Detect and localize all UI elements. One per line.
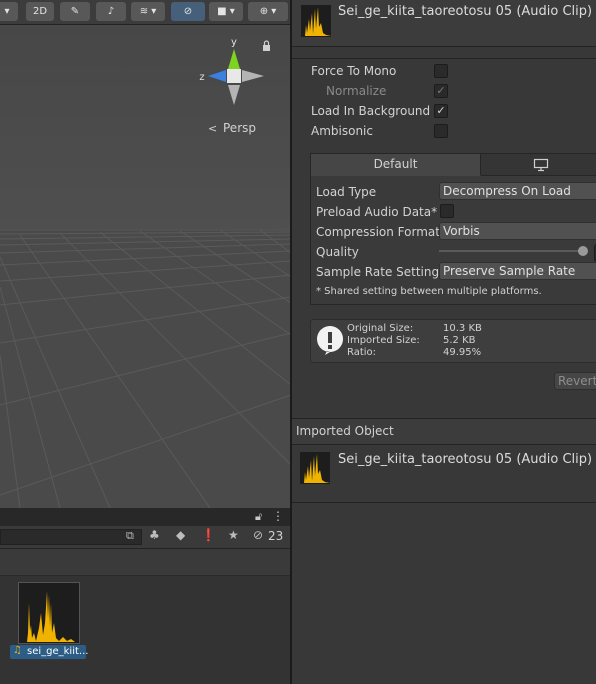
audio-toggle-button[interactable]: ♪: [96, 2, 126, 21]
original-size-value: 10.3 KB: [443, 323, 482, 334]
quality-slider-track[interactable]: [439, 250, 583, 252]
project-panel: 🔓︎ ⋮ ⧉ ♣ ◆ ❗ ★ ⊘ 23 ♫ sei_ge_kiit...: [0, 508, 291, 684]
project-tab-header: 🔓︎ ⋮: [0, 508, 291, 526]
scene-viewport[interactable]: y z < Persp: [0, 25, 291, 508]
hidden-packages-icon[interactable]: ⊘: [253, 528, 263, 542]
tab-default-label: Default: [373, 157, 418, 171]
ratio-label: Ratio:: [347, 347, 377, 358]
scene-view[interactable]: ▾ 2D ✎ ♪ ≋ ▾ ⊘ ■ ▾ ⊕ ▾ y z < Persp: [0, 0, 291, 508]
compression-format-dropdown[interactable]: Vorbis: [439, 222, 596, 240]
load-in-background-checkbox[interactable]: ✓: [434, 104, 448, 118]
inspector-header: Sei_ge_kiita_taoreotosu 05 (Audio Clip) …: [292, 0, 596, 47]
normalize-label: Normalize: [326, 84, 387, 98]
tab-standalone[interactable]: [481, 154, 596, 176]
inspector-panel: Sei_ge_kiita_taoreotosu 05 (Audio Clip) …: [292, 0, 596, 684]
load-type-label: Load Type: [316, 185, 377, 199]
ratio-value: 49.95%: [443, 347, 482, 358]
tab-default[interactable]: Default: [311, 154, 481, 176]
camera-icon: ■ ▾: [217, 6, 235, 17]
asset-thumbnail[interactable]: [18, 582, 80, 644]
effects-dropdown[interactable]: ≋ ▾: [131, 2, 165, 21]
ambisonic-label: Ambisonic: [311, 124, 373, 138]
hidden-packages-count: 23: [268, 529, 284, 543]
search-input[interactable]: [0, 529, 142, 545]
tag-icon[interactable]: ◆: [176, 528, 185, 542]
persp-label[interactable]: Persp: [223, 121, 256, 135]
scene-visibility-button[interactable]: ⊘: [171, 2, 205, 21]
inspector-asset-icon: [301, 5, 331, 37]
waveform-icon: [19, 591, 79, 642]
search-by-type-icon[interactable]: ⧉: [126, 529, 134, 543]
sample-rate-setting-dropdown[interactable]: Preserve Sample Rate: [439, 262, 596, 280]
gizmo-z-label: z: [199, 72, 204, 83]
imported-object-header: Imported Object: [296, 424, 394, 438]
imported-object-bottom-separator: [292, 502, 596, 503]
lighting-toggle-button[interactable]: ✎: [60, 2, 90, 21]
imported-object-header-bar: Imported Object: [292, 419, 596, 444]
project-breadcrumb-bar: [0, 549, 291, 576]
lightbulb-icon: ✎: [70, 6, 80, 17]
camera-dropdown[interactable]: ■ ▾: [209, 2, 243, 21]
layers-icon: ≋ ▾: [139, 6, 157, 17]
gizmo-y-label: y: [231, 37, 237, 48]
preload-audio-data-label: Preload Audio Data*: [316, 205, 438, 219]
preload-audio-data-checkbox[interactable]: [440, 204, 454, 218]
imported-size-label: Imported Size:: [347, 335, 420, 346]
more-options-icon[interactable]: ⋮: [272, 509, 284, 523]
imported-object-title: Sei_ge_kiita_taoreotosu 05 (Audio Clip): [338, 452, 593, 467]
persp-chevron-icon[interactable]: <: [208, 122, 217, 135]
quality-label: Quality: [316, 245, 359, 259]
search-by-label-icon[interactable]: ♣: [149, 528, 160, 542]
imported-object-icon: [300, 452, 330, 484]
monitor-icon: [533, 158, 549, 171]
scene-toolbar: ▾ 2D ✎ ♪ ≋ ▾ ⊘ ■ ▾ ⊕ ▾: [0, 0, 291, 25]
waveform-icon: [301, 7, 331, 36]
info-exclamation-icon: [317, 326, 344, 355]
gizmo-center-cube[interactable]: [227, 69, 241, 83]
gizmos-dropdown[interactable]: ⊕ ▾: [248, 2, 288, 21]
asset-label-highlight[interactable]: ♫ sei_ge_kiit...: [10, 645, 89, 659]
header-separator: [292, 58, 596, 59]
2d-toggle-button[interactable]: 2D: [26, 2, 54, 21]
force-to-mono-label: Force To Mono: [311, 64, 397, 78]
load-in-background-label: Load In Background: [311, 104, 431, 118]
shared-setting-note: * Shared setting between multiple platfo…: [316, 286, 542, 297]
revert-button[interactable]: Revert: [554, 372, 596, 390]
asset-label: sei_ge_kiit...: [27, 646, 89, 657]
ambisonic-checkbox[interactable]: [434, 124, 448, 138]
imported-object-header-separator: [292, 444, 596, 445]
force-to-mono-checkbox[interactable]: [434, 64, 448, 78]
eye-hidden-icon: ⊘: [183, 6, 193, 17]
gizmo-globe-icon: ⊕ ▾: [259, 6, 277, 17]
quality-slider-thumb[interactable]: [578, 246, 588, 256]
waveform-icon: [300, 454, 330, 483]
original-size-label: Original Size:: [347, 323, 414, 334]
favorite-star-icon[interactable]: ★: [228, 528, 239, 542]
inspector-title: Sei_ge_kiita_taoreotosu 05 (Audio Clip) …: [338, 4, 596, 19]
load-type-dropdown[interactable]: Decompress On Load: [439, 182, 596, 200]
speaker-muted-icon: ♪: [107, 6, 115, 17]
sample-rate-setting-label: Sample Rate Setting: [316, 265, 440, 279]
lock-icon[interactable]: 🔓︎: [255, 510, 262, 524]
normalize-checkbox: ✓: [434, 84, 448, 98]
imported-size-value: 5.2 KB: [443, 335, 476, 346]
project-toolbar: ⧉ ♣ ◆ ❗ ★ ⊘ 23: [0, 526, 291, 549]
compression-format-label: Compression Format: [316, 225, 440, 239]
audio-clip-icon: ♫: [13, 645, 22, 656]
shading-mode-dropdown[interactable]: ▾: [0, 2, 18, 21]
warning-filter-icon[interactable]: ❗: [201, 528, 216, 542]
